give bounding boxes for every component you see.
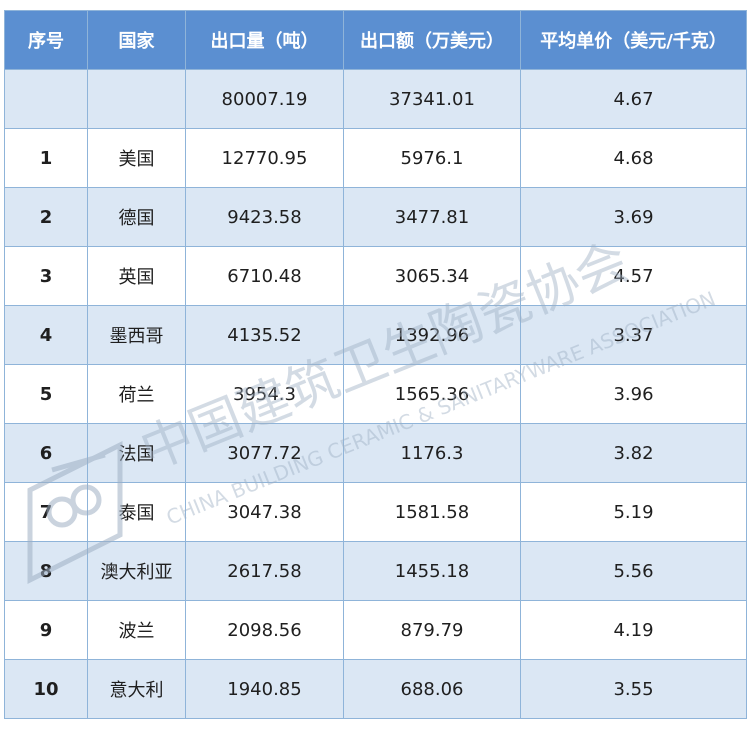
cell-rank: 8 xyxy=(4,541,88,601)
header-country: 国家 xyxy=(87,10,186,70)
total-row: 80007.19 37341.01 4.67 xyxy=(4,69,747,129)
cell-volume: 12770.95 xyxy=(185,128,344,188)
cell-volume: 3047.38 xyxy=(185,482,344,542)
cell-value: 5976.1 xyxy=(343,128,521,188)
cell-country: 英国 xyxy=(87,246,186,306)
table-row: 6 法国 3077.72 1176.3 3.82 xyxy=(4,423,747,483)
cell-country: 波兰 xyxy=(87,600,186,660)
table-row: 7 泰国 3047.38 1581.58 5.19 xyxy=(4,482,747,542)
cell-unit-price: 4.57 xyxy=(520,246,747,306)
cell-unit-price: 3.69 xyxy=(520,187,747,247)
cell-rank: 3 xyxy=(4,246,88,306)
table-row: 1 美国 12770.95 5976.1 4.68 xyxy=(4,128,747,188)
export-table: 序号 国家 出口量（吨） 出口额（万美元） 平均单价（美元/千克） 80007.… xyxy=(4,10,747,719)
cell-value: 1392.96 xyxy=(343,305,521,365)
header-unit-price: 平均单价（美元/千克） xyxy=(520,10,747,70)
cell-rank xyxy=(4,69,88,129)
table-row: 5 荷兰 3954.3 1565.36 3.96 xyxy=(4,364,747,424)
cell-value: 688.06 xyxy=(343,659,521,719)
header-rank: 序号 xyxy=(4,10,88,70)
cell-country: 荷兰 xyxy=(87,364,186,424)
cell-value: 1581.58 xyxy=(343,482,521,542)
cell-volume: 3077.72 xyxy=(185,423,344,483)
cell-country: 澳大利亚 xyxy=(87,541,186,601)
cell-unit-price: 3.37 xyxy=(520,305,747,365)
cell-country: 法国 xyxy=(87,423,186,483)
cell-unit-price: 4.19 xyxy=(520,600,747,660)
cell-rank: 10 xyxy=(4,659,88,719)
cell-unit-price: 4.68 xyxy=(520,128,747,188)
cell-unit-price: 5.56 xyxy=(520,541,747,601)
cell-rank: 2 xyxy=(4,187,88,247)
cell-country: 墨西哥 xyxy=(87,305,186,365)
cell-rank: 1 xyxy=(4,128,88,188)
cell-country: 意大利 xyxy=(87,659,186,719)
cell-value: 3065.34 xyxy=(343,246,521,306)
cell-rank: 5 xyxy=(4,364,88,424)
table-body: 80007.19 37341.01 4.67 1 美国 12770.95 5976.1 4.6… xyxy=(4,69,747,719)
cell-country: 泰国 xyxy=(87,482,186,542)
cell-unit-price: 5.19 xyxy=(520,482,747,542)
cell-value: 37341.01 xyxy=(343,69,521,129)
table-row: 2 德国 9423.58 3477.81 3.69 xyxy=(4,187,747,247)
cell-rank: 4 xyxy=(4,305,88,365)
table-row: 3 英国 6710.48 3065.34 4.57 xyxy=(4,246,747,306)
cell-volume: 9423.58 xyxy=(185,187,344,247)
cell-volume: 2617.58 xyxy=(185,541,344,601)
table-row: 8 澳大利亚 2617.58 1455.18 5.56 xyxy=(4,541,747,601)
table-row: 10 意大利 1940.85 688.06 3.55 xyxy=(4,659,747,719)
cell-volume: 4135.52 xyxy=(185,305,344,365)
header-row: 序号 国家 出口量（吨） 出口额（万美元） 平均单价（美元/千克） xyxy=(4,10,747,70)
cell-unit-price: 3.96 xyxy=(520,364,747,424)
cell-value: 879.79 xyxy=(343,600,521,660)
cell-value: 3477.81 xyxy=(343,187,521,247)
cell-rank: 9 xyxy=(4,600,88,660)
cell-volume: 3954.3 xyxy=(185,364,344,424)
cell-volume: 6710.48 xyxy=(185,246,344,306)
cell-country xyxy=(87,69,186,129)
cell-unit-price: 3.82 xyxy=(520,423,747,483)
cell-volume: 80007.19 xyxy=(185,69,344,129)
cell-country: 德国 xyxy=(87,187,186,247)
table-row: 9 波兰 2098.56 879.79 4.19 xyxy=(4,600,747,660)
cell-value: 1565.36 xyxy=(343,364,521,424)
table-row: 4 墨西哥 4135.52 1392.96 3.37 xyxy=(4,305,747,365)
cell-value: 1455.18 xyxy=(343,541,521,601)
cell-unit-price: 3.55 xyxy=(520,659,747,719)
cell-country: 美国 xyxy=(87,128,186,188)
header-value: 出口额（万美元） xyxy=(343,10,521,70)
cell-volume: 2098.56 xyxy=(185,600,344,660)
cell-volume: 1940.85 xyxy=(185,659,344,719)
cell-rank: 7 xyxy=(4,482,88,542)
cell-value: 1176.3 xyxy=(343,423,521,483)
cell-unit-price: 4.67 xyxy=(520,69,747,129)
cell-rank: 6 xyxy=(4,423,88,483)
header-volume: 出口量（吨） xyxy=(185,10,344,70)
